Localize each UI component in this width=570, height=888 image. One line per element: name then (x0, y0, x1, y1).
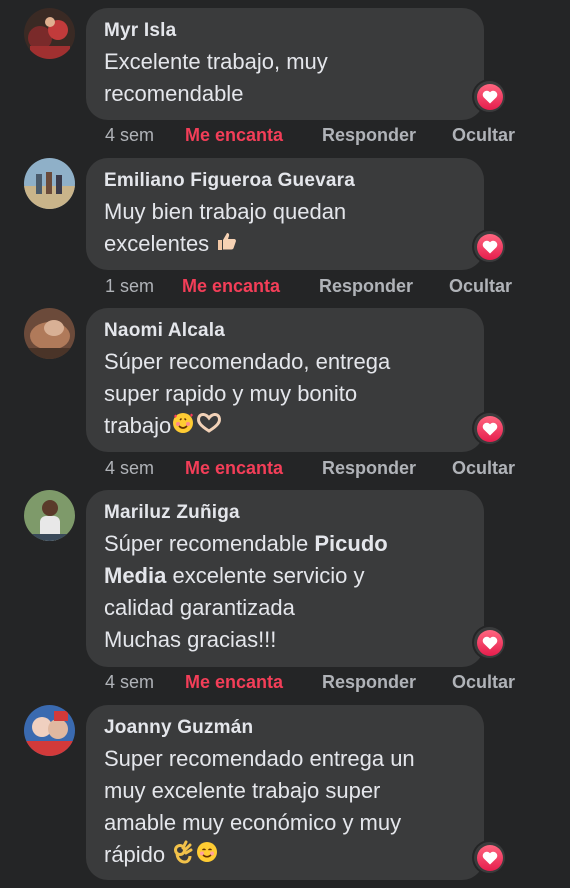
thumbs-up-icon (215, 229, 239, 262)
hide-button[interactable]: Ocultar (452, 458, 515, 479)
comment-line: Super recomendado entrega un (104, 746, 415, 771)
page-mention[interactable]: Picudo (314, 531, 387, 556)
comment-line: excelentes (104, 228, 466, 262)
comment-line: Muy bien trabajo quedan (104, 199, 347, 224)
avatar[interactable] (24, 705, 75, 756)
reaction-badge[interactable] (474, 231, 505, 262)
page-mention[interactable]: Media (104, 563, 166, 588)
comment-author[interactable]: Mariluz Zuñiga (104, 502, 466, 524)
comment-line: Muchas gracias!!! (104, 627, 277, 652)
reaction-button[interactable]: Me encanta (182, 276, 280, 297)
comment-line: Súper recomendable Picudo (104, 528, 466, 560)
comment-line: super rapido y muy bonito (104, 381, 358, 406)
comment-time[interactable]: 1 sem (105, 276, 154, 297)
reaction-button[interactable]: Me encanta (185, 125, 283, 146)
comment-bubble: Naomi Alcala Súper recomendado, entrega … (86, 308, 484, 452)
comment-text: Súper recomendable Picudo Media excelent… (104, 528, 466, 656)
comment-line: amable muy económico y muy (104, 810, 402, 835)
comment-bubble: Joanny Guzmán Super recomendado entrega … (86, 705, 484, 880)
heart-icon (482, 851, 497, 864)
hide-button[interactable]: Ocultar (449, 276, 512, 297)
comment-text: Super recomendado entrega un muy excelen… (104, 743, 466, 873)
comment-text: Muy bien trabajo quedan excelentes (104, 196, 466, 262)
reply-button[interactable]: Responder (319, 276, 413, 297)
reaction-badge[interactable] (474, 413, 505, 444)
comment-line: muy excelente trabajo super (104, 778, 381, 803)
comment-line-text: rápido (104, 842, 166, 867)
reply-button[interactable]: Responder (322, 458, 416, 479)
comment-bubble: Mariluz Zuñiga Súper recomendable Picudo… (86, 490, 484, 667)
ok-hand-icon (171, 840, 195, 873)
reply-button[interactable]: Responder (322, 125, 416, 146)
heart-icon (482, 422, 497, 435)
comment-author[interactable]: Myr Isla (104, 20, 466, 42)
comment-line-text: excelentes (104, 231, 210, 256)
comment-line-text: excelente servicio y (166, 563, 365, 588)
comment-author[interactable]: Emiliano Figueroa Guevara (104, 170, 466, 192)
comment-line: trabajo (104, 410, 466, 444)
avatar[interactable] (24, 8, 75, 59)
comment-text: Excelente trabajo, muy recomendable (104, 46, 466, 110)
avatar[interactable] (24, 308, 75, 359)
comment-author[interactable]: Joanny Guzmán (104, 717, 466, 739)
reaction-badge[interactable] (474, 627, 505, 658)
reply-button[interactable]: Responder (322, 672, 416, 693)
comment-line: Media excelente servicio y (104, 560, 466, 592)
comment-line: calidad garantizada (104, 595, 295, 620)
reaction-button[interactable]: Me encanta (185, 458, 283, 479)
reaction-button[interactable]: Me encanta (185, 672, 283, 693)
hide-button[interactable]: Ocultar (452, 125, 515, 146)
reaction-badge[interactable] (474, 81, 505, 112)
comment-line: Excelente trabajo, muy (104, 49, 328, 74)
hide-button[interactable]: Ocultar (452, 672, 515, 693)
smiling-face-with-hearts-icon (171, 411, 195, 444)
avatar[interactable] (24, 158, 75, 209)
comment-text: Súper recomendado, entrega super rapido … (104, 346, 466, 444)
comment-line: Súper recomendado, entrega (104, 349, 391, 374)
comment-line-text: Súper recomendable (104, 531, 315, 556)
smiling-face-icon (195, 840, 219, 873)
comment-time[interactable]: 4 sem (105, 458, 154, 479)
comment-time[interactable]: 4 sem (105, 672, 154, 693)
reaction-badge[interactable] (474, 842, 505, 873)
heart-icon (482, 90, 497, 103)
avatar[interactable] (24, 490, 75, 541)
comment-author[interactable]: Naomi Alcala (104, 320, 466, 342)
comment-bubble: Myr Isla Excelente trabajo, muy recomend… (86, 8, 484, 120)
comment-line: rápido (104, 839, 466, 873)
heart-icon (482, 240, 497, 253)
heart-hands-icon (195, 411, 223, 444)
comment-line-text: trabajo (104, 413, 172, 438)
comment-line: recomendable (104, 81, 244, 106)
heart-icon (482, 636, 497, 649)
comment-bubble: Emiliano Figueroa Guevara Muy bien traba… (86, 158, 484, 270)
comment-time[interactable]: 4 sem (105, 125, 154, 146)
